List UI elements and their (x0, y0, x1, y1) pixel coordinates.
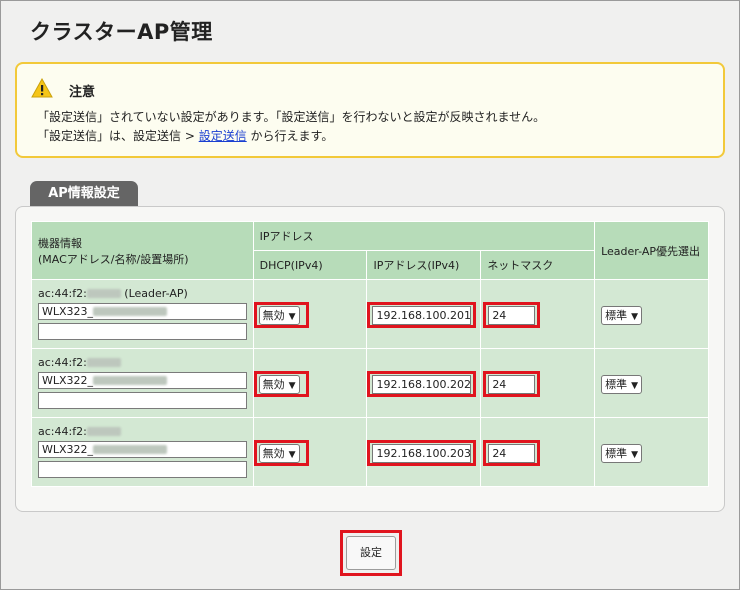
redacted-mac (86, 358, 121, 367)
chevron-down-icon: ▼ (288, 380, 296, 391)
ap-name-field[interactable]: WLX323_ (38, 302, 247, 320)
leader-ap-label: (Leader-AP) (124, 286, 188, 300)
chevron-down-icon: ▼ (288, 449, 296, 460)
ip-address-field[interactable]: 192.168.100.202 (372, 374, 472, 394)
redacted-mac (86, 427, 121, 436)
table-row: ac:44:f2: (Leader-AP) WLX323_ 無効 ▼ 192.16… (31, 279, 709, 349)
netmask-cell: 24 (480, 279, 596, 349)
notice-line-2: 「設定送信」は、設定送信 > 設定送信 から行えます。 (37, 127, 333, 144)
dhcp-cell: 無効 ▼ (252, 279, 368, 349)
set-button[interactable]: 設定 (346, 536, 396, 570)
cluster-ap-table: 機器情報 (MACアドレス/名称/設置場所) IPアドレス Leader-AP優… (31, 221, 709, 487)
page-title: クラスターAP管理 (30, 20, 213, 44)
chevron-down-icon: ▼ (631, 311, 639, 322)
netmask-field[interactable]: 24 (488, 374, 536, 394)
chevron-down-icon: ▼ (631, 449, 639, 460)
ap-name-field[interactable]: WLX322_ (38, 440, 247, 458)
table-row: ac:44:f2: WLX322_ 無効 ▼ 192.168.100.203 24 (31, 417, 709, 487)
header-device-info: 機器情報 (MACアドレス/名称/設置場所) (31, 221, 254, 280)
device-info-cell: ac:44:f2: WLX322_ (31, 348, 254, 418)
ip-address-field[interactable]: 192.168.100.201 (372, 305, 472, 325)
ap-location-field[interactable] (38, 322, 247, 340)
mac-prefix: ac:44:f2: (38, 424, 87, 438)
notice-box: 注意 「設定送信」されていない設定があります。「設定送信」を行わないと設定が反映… (15, 62, 725, 158)
header-dhcp: DHCP(IPv4) (252, 250, 368, 280)
header-netmask: ネットマスク (480, 250, 596, 280)
leader-ap-select[interactable]: 標準 ▼ (601, 305, 643, 325)
netmask-cell: 24 (480, 348, 596, 418)
header-ipv4: IPアドレス(IPv4) (366, 250, 482, 280)
warning-triangle-icon (31, 78, 53, 98)
dhcp-select[interactable]: 無効 ▼ (258, 443, 300, 463)
leader-ap-cell: 標準 ▼ (594, 279, 709, 349)
ip-address-field[interactable]: 192.168.100.203 (372, 443, 472, 463)
mac-address: ac:44:f2: (Leader-AP) (38, 287, 188, 300)
mac-prefix: ac:44:f2: (38, 355, 87, 369)
chevron-down-icon: ▼ (631, 380, 639, 391)
ap-location-field[interactable] (38, 460, 247, 478)
device-info-cell: ac:44:f2: WLX322_ (31, 417, 254, 487)
redacted-name (93, 307, 168, 316)
tab-ap-info-settings[interactable]: AP情報設定 (30, 181, 138, 207)
ap-location-field[interactable] (38, 391, 247, 409)
leader-ap-cell: 標準 ▼ (594, 348, 709, 418)
notice-line-2-suffix: から行えます。 (246, 129, 334, 143)
header-leader-ap: Leader-AP優先選出 (594, 221, 709, 280)
ipv4-cell: 192.168.100.202 (366, 348, 482, 418)
netmask-field[interactable]: 24 (488, 443, 536, 463)
dhcp-select[interactable]: 無効 ▼ (258, 374, 300, 394)
leader-ap-select[interactable]: 標準 ▼ (601, 374, 643, 394)
ipv4-cell: 192.168.100.203 (366, 417, 482, 487)
mac-address: ac:44:f2: (38, 356, 121, 369)
device-info-cell: ac:44:f2: (Leader-AP) WLX323_ (31, 279, 254, 349)
ipv4-cell: 192.168.100.201 (366, 279, 482, 349)
notice-title: 注意 (69, 85, 96, 100)
notice-line-2-prefix: 「設定送信」は、設定送信 > (37, 129, 199, 143)
send-settings-link[interactable]: 設定送信 (199, 129, 247, 143)
header-ip-address: IPアドレス (252, 221, 596, 251)
dhcp-cell: 無効 ▼ (252, 417, 368, 487)
netmask-cell: 24 (480, 417, 596, 487)
table-row: ac:44:f2: WLX322_ 無効 ▼ 192.168.100.202 24 (31, 348, 709, 418)
chevron-down-icon: ▼ (288, 311, 296, 322)
leader-ap-cell: 標準 ▼ (594, 417, 709, 487)
dhcp-cell: 無効 ▼ (252, 348, 368, 418)
header-device-info-sub: (MACアドレス/名称/設置場所) (38, 252, 189, 266)
leader-ap-select[interactable]: 標準 ▼ (601, 443, 643, 463)
mac-prefix: ac:44:f2: (38, 286, 87, 300)
redacted-name (93, 376, 168, 385)
dhcp-select[interactable]: 無効 ▼ (258, 305, 300, 325)
redacted-mac (86, 289, 121, 298)
notice-line-1: 「設定送信」されていない設定があります。「設定送信」を行わないと設定が反映されま… (37, 110, 546, 124)
redacted-name (93, 445, 168, 454)
header-device-info-label: 機器情報 (38, 236, 82, 250)
netmask-field[interactable]: 24 (488, 305, 536, 325)
mac-address: ac:44:f2: (38, 425, 121, 438)
ap-name-field[interactable]: WLX322_ (38, 371, 247, 389)
